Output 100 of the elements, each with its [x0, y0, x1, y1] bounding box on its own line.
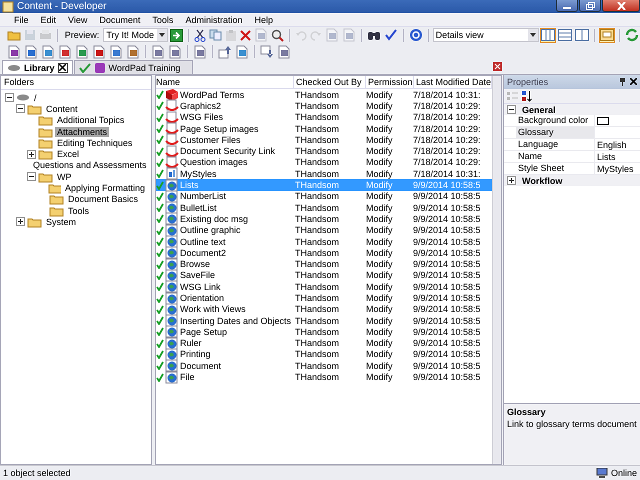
table-row[interactable]: Printing THandsom Modify 9/9/2014 10:58:5: [156, 348, 492, 360]
table-row[interactable]: Graphics2 THandsom Modify 7/18/2014 10:29:: [156, 100, 492, 112]
tree-item[interactable]: Editing Techniques: [55, 138, 134, 148]
table-row[interactable]: Question images THandsom Modify 7/18/2014 10:29:: [156, 156, 492, 168]
table-row[interactable]: Document THandsom Modify 9/9/2014 10:58:5: [156, 360, 492, 372]
pin-icon[interactable]: [619, 78, 626, 86]
property-name[interactable]: Style Sheet: [516, 163, 596, 174]
table-cell-text: Modify: [365, 124, 394, 134]
menu-item[interactable]: File: [8, 14, 35, 24]
table-row[interactable]: WSG Files THandsom Modify 7/18/2014 10:29:: [156, 112, 492, 123]
table-row[interactable]: File THandsom Modify 9/9/2014 10:58:5: [156, 371, 492, 383]
arrow-icon[interactable]: [169, 28, 184, 42]
scissors-icon[interactable]: [193, 28, 208, 42]
property-value[interactable]: MyStyles: [597, 164, 634, 174]
collapse-icon[interactable]: [27, 172, 36, 182]
tree-item[interactable]: Content: [44, 104, 80, 114]
rows-icon[interactable]: [557, 28, 574, 42]
property-name[interactable]: Background color: [516, 115, 596, 126]
document-icon[interactable]: [125, 44, 141, 59]
table-row[interactable]: Ruler THandsom Modify 9/9/2014 10:58:5: [156, 338, 492, 349]
document-icon[interactable]: [150, 44, 166, 59]
table-row[interactable]: Work with Views THandsom Modify 9/9/2014 10:58:5: [156, 304, 492, 315]
tree-item[interactable]: /: [32, 92, 39, 103]
document-icon[interactable]: [192, 44, 208, 59]
upload-icon[interactable]: [217, 44, 233, 59]
table-row[interactable]: Document Security Link THandsom Modify 7/18/2014 10:29:: [156, 145, 492, 157]
table-row[interactable]: NumberList THandsom Modify 9/9/2014 10:58:5: [156, 190, 492, 202]
tree-item[interactable]: Attachments: [55, 126, 110, 137]
table-row[interactable]: Document2 THandsom Modify 9/9/2014 10:58:5: [156, 247, 492, 258]
property-value[interactable]: English: [597, 140, 627, 150]
panel-icon[interactable]: [599, 28, 616, 42]
menu-item[interactable]: View: [62, 14, 94, 24]
tree-item[interactable]: Additional Topics: [55, 115, 126, 126]
document-icon[interactable]: [108, 44, 124, 59]
tree-item[interactable]: Questions and Assessments: [31, 160, 149, 170]
expand-icon[interactable]: [507, 176, 516, 185]
property-name[interactable]: Language: [516, 139, 596, 150]
split-icon[interactable]: [574, 28, 590, 42]
menu-item[interactable]: Administration: [179, 14, 248, 24]
restore-button[interactable]: [579, 0, 601, 12]
close-button[interactable]: [602, 0, 640, 12]
checkmark-icon[interactable]: [382, 28, 399, 42]
tree-item[interactable]: Tools: [66, 206, 92, 216]
table-row[interactable]: SaveFile THandsom Modify 9/9/2014 10:58:5: [156, 270, 492, 282]
table-row[interactable]: WordPad Terms THandsom Modify 7/18/2014 10:31:: [156, 89, 492, 100]
document-tab[interactable]: WordPad Training: [74, 60, 194, 74]
view-dropdown[interactable]: Details view: [432, 28, 540, 42]
tree-item[interactable]: WP: [55, 172, 74, 182]
table-row[interactable]: WSG Link THandsom Modify 9/9/2014 10:58:5: [156, 281, 492, 292]
document-icon[interactable]: [57, 44, 73, 59]
minimize-button[interactable]: [556, 0, 578, 12]
table-row[interactable]: Page Setup images THandsom Modify 7/18/2014 10:29:: [156, 122, 492, 134]
document-icon[interactable]: [234, 44, 250, 59]
document-icon[interactable]: [167, 44, 183, 59]
tree-item[interactable]: Excel: [55, 149, 82, 160]
property-name[interactable]: Glossary: [516, 127, 596, 138]
preview-dropdown[interactable]: Try It! Mode: [103, 28, 168, 42]
tree-item[interactable]: Document Basics: [66, 194, 140, 204]
column-header[interactable]: Name: [156, 76, 294, 88]
property-value[interactable]: Lists: [597, 152, 616, 162]
columns-icon[interactable]: [540, 28, 556, 42]
menu-item[interactable]: Tools: [146, 14, 180, 24]
color-swatch[interactable]: [597, 116, 610, 124]
table-row[interactable]: Page Setup THandsom Modify 9/9/2014 10:58:5: [156, 326, 492, 338]
document-icon[interactable]: [276, 44, 292, 59]
column-header[interactable]: Checked Out By: [294, 76, 366, 88]
property-name[interactable]: Name: [516, 151, 596, 162]
table-row[interactable]: Orientation THandsom Modify 9/9/2014 10:58:5: [156, 292, 492, 304]
magnifier-icon[interactable]: [270, 28, 286, 42]
table-row[interactable]: Customer Files THandsom Modify 7/18/2014 10:29:: [156, 134, 492, 146]
collapse-icon[interactable]: [16, 104, 25, 114]
delete-icon[interactable]: [239, 28, 252, 42]
column-header[interactable]: Permission: [366, 76, 414, 88]
document-icon[interactable]: [23, 44, 39, 59]
menu-item[interactable]: Edit: [34, 14, 62, 24]
expand-icon[interactable]: [16, 217, 25, 226]
collapse-icon[interactable]: [507, 105, 516, 114]
collapse-icon[interactable]: [5, 93, 14, 102]
tree-item[interactable]: Applying Formatting: [62, 183, 147, 194]
help-icon[interactable]: [408, 28, 424, 42]
menu-item[interactable]: Help: [248, 14, 279, 24]
table-row[interactable]: Browse THandsom Modify 9/9/2014 10:58:5: [156, 258, 492, 270]
refresh-icon[interactable]: [624, 28, 640, 42]
close-icon[interactable]: [58, 62, 68, 72]
table-row[interactable]: MyStyles THandsom Modify 7/18/2014 10:31:: [156, 168, 492, 180]
document-icon[interactable]: [91, 44, 107, 59]
sort-icon[interactable]: [521, 90, 532, 102]
close-icon[interactable]: [630, 78, 637, 85]
download-icon[interactable]: [259, 44, 275, 59]
table-row[interactable]: Existing doc msg THandsom Modify 9/9/2014 10:58:5: [156, 213, 492, 225]
tree-item[interactable]: System: [44, 216, 78, 227]
table-row[interactable]: Outline graphic THandsom Modify 9/9/2014 10:58:5: [156, 224, 492, 236]
scrollbar[interactable]: [492, 76, 502, 464]
document-tab[interactable]: Library: [2, 60, 73, 74]
expand-icon[interactable]: [27, 150, 36, 159]
document-icon[interactable]: [74, 44, 90, 59]
menu-item[interactable]: Document: [93, 14, 146, 24]
window-title: Content - Developer: [17, 1, 106, 12]
table-cell-text: Modify: [365, 90, 394, 100]
document-icon[interactable]: [6, 44, 22, 59]
